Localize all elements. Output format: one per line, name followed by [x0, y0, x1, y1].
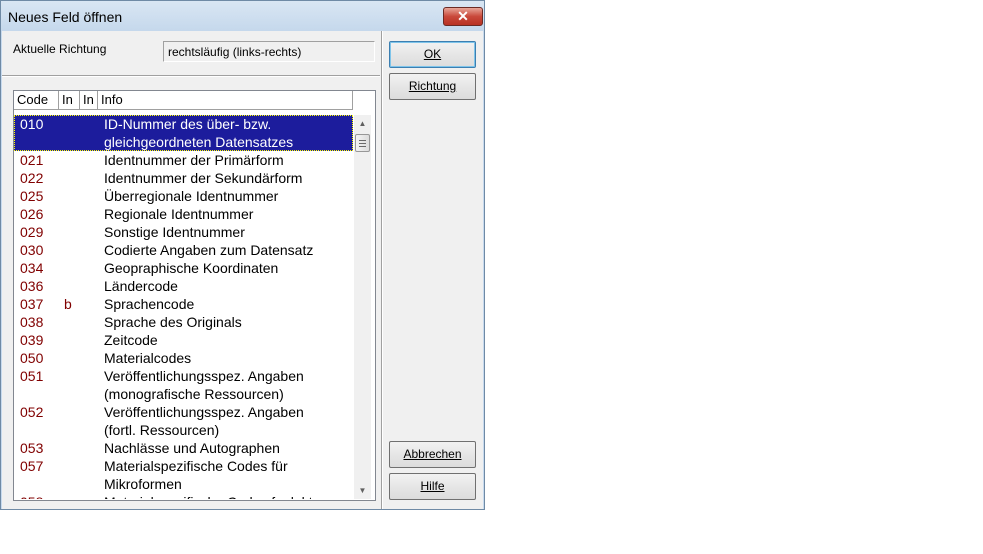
row-info: Überregionale Identnummer [104, 188, 279, 204]
row-code: 036 [20, 278, 44, 294]
row-code: 057 [20, 458, 44, 474]
row-code: 029 [20, 224, 44, 240]
row-info: Sprachencode [104, 296, 195, 312]
table-row[interactable]: 026 Regionale Identnummer [14, 205, 353, 223]
table-row[interactable]: 030 Codierte Angaben zum Datensatz [14, 241, 353, 259]
scroll-up-icon[interactable]: ▲ [354, 115, 371, 132]
column-header-info[interactable]: Info [98, 91, 353, 109]
table-row[interactable]: 053 Nachlässe und Autographen [14, 439, 353, 457]
field-list[interactable]: Code In In Info 010 ID-Nummer des über- b… [13, 90, 376, 501]
richtung-button-label: Richtung [408, 79, 457, 93]
row-info: Veröffentlichungsspez. Angaben (fortl. R… [104, 404, 304, 438]
scrollbar-thumb[interactable] [355, 134, 370, 152]
column-header-indicator-1[interactable]: In [59, 91, 80, 109]
row-info: Materialspezifische Codes für Mikroforme… [104, 458, 288, 492]
row-code: 034 [20, 260, 44, 276]
cancel-button-label: Abbrechen [403, 447, 462, 461]
help-button[interactable]: Hilfe [389, 473, 476, 500]
row-code: 037 [20, 296, 44, 312]
list-rows: 010 ID-Nummer des über- bzw. gleichgeordn… [14, 115, 353, 499]
ok-button[interactable]: OK [389, 41, 476, 68]
row-code: 022 [20, 170, 44, 186]
row-info: Identnummer der Sekundärform [104, 170, 303, 186]
row-info: Materialcodes [104, 350, 192, 366]
table-row[interactable]: 037 b Sprachencode [14, 295, 353, 313]
row-code: 058 [20, 493, 43, 499]
table-row[interactable]: 036 Ländercode [14, 277, 353, 295]
row-info: Zeitcode [104, 332, 158, 348]
table-row[interactable]: 050 Materialcodes [14, 349, 353, 367]
table-row[interactable]: 039 Zeitcode [14, 331, 353, 349]
row-code: 026 [20, 206, 44, 222]
row-code: 053 [20, 440, 44, 456]
direction-label: Aktuelle Richtung [13, 42, 107, 56]
window-title: Neues Feld öffnen [8, 9, 123, 25]
column-header-code[interactable]: Code [14, 91, 59, 109]
row-info: Sprache des Originals [104, 314, 242, 330]
column-header-indicator-2[interactable]: In [80, 91, 98, 109]
close-icon: ✕ [457, 8, 469, 24]
row-code: 010 [20, 116, 44, 132]
help-button-label: Hilfe [420, 479, 445, 493]
dialog-client-area: Aktuelle Richtung rechtsläufig (links-re… [2, 31, 483, 509]
table-row[interactable]: 022 Identnummer der Sekundärform [14, 169, 353, 187]
vertical-divider [381, 31, 383, 509]
title-bar[interactable]: Neues Feld öffnen ✕ [1, 1, 484, 31]
table-row[interactable]: 038 Sprache des Originals [14, 313, 353, 331]
row-indicator: b [64, 296, 72, 312]
cancel-button[interactable]: Abbrechen [389, 441, 476, 468]
row-code: 030 [20, 242, 44, 258]
scroll-down-icon[interactable]: ▼ [354, 482, 371, 499]
close-button[interactable]: ✕ [443, 7, 483, 26]
table-row[interactable]: 029 Sonstige Identnummer [14, 223, 353, 241]
table-row[interactable]: 051 Veröffentlichungsspez. Angaben (monog… [14, 367, 353, 403]
row-code: 050 [20, 350, 44, 366]
table-row[interactable]: 058 Materialspezifische Codes f. elektr. [14, 493, 353, 499]
row-info: Sonstige Identnummer [104, 224, 245, 240]
list-header: Code In In Info [14, 91, 353, 110]
row-info: Materialspezifische Codes f. elektr. [104, 493, 349, 499]
row-code: 051 [20, 368, 44, 384]
table-row[interactable]: 025 Überregionale Identnummer [14, 187, 353, 205]
row-info: Codierte Angaben zum Datensatz [104, 242, 314, 258]
row-code: 038 [20, 314, 44, 330]
row-info: Ländercode [104, 278, 178, 294]
row-code: 052 [20, 404, 44, 420]
row-code: 039 [20, 332, 44, 348]
row-info: Veröffentlichungsspez. Angaben (monograf… [104, 368, 304, 402]
table-row[interactable]: 057 Materialspezifische Codes für Mikrofo… [14, 457, 353, 493]
richtung-button[interactable]: Richtung [389, 73, 476, 100]
row-info: Regionale Identnummer [104, 206, 254, 222]
table-row[interactable]: 034 Geopraphische Koordinaten [14, 259, 353, 277]
row-info: ID-Nummer des über- bzw. gleichgeordnete… [104, 116, 294, 150]
table-row[interactable]: 021 Identnummer der Primärform [14, 151, 353, 169]
row-code: 025 [20, 188, 44, 204]
vertical-scrollbar[interactable]: ▲ ▼ [354, 115, 371, 499]
row-info: Identnummer der Primärform [104, 152, 284, 168]
row-info: Nachlässe und Autographen [104, 440, 280, 456]
row-info: Geopraphische Koordinaten [104, 260, 279, 276]
ok-button-label: OK [423, 47, 442, 61]
horizontal-divider [2, 75, 380, 77]
row-code: 021 [20, 152, 44, 168]
direction-value-field: rechtsläufig (links-rechts) [163, 41, 375, 62]
table-row[interactable]: 052 Veröffentlichungsspez. Angaben (fortl… [14, 403, 353, 439]
dialog-window: Neues Feld öffnen ✕ Aktuelle Richtung re… [0, 0, 485, 510]
table-row[interactable]: 010 ID-Nummer des über- bzw. gleichgeordn… [14, 115, 353, 151]
